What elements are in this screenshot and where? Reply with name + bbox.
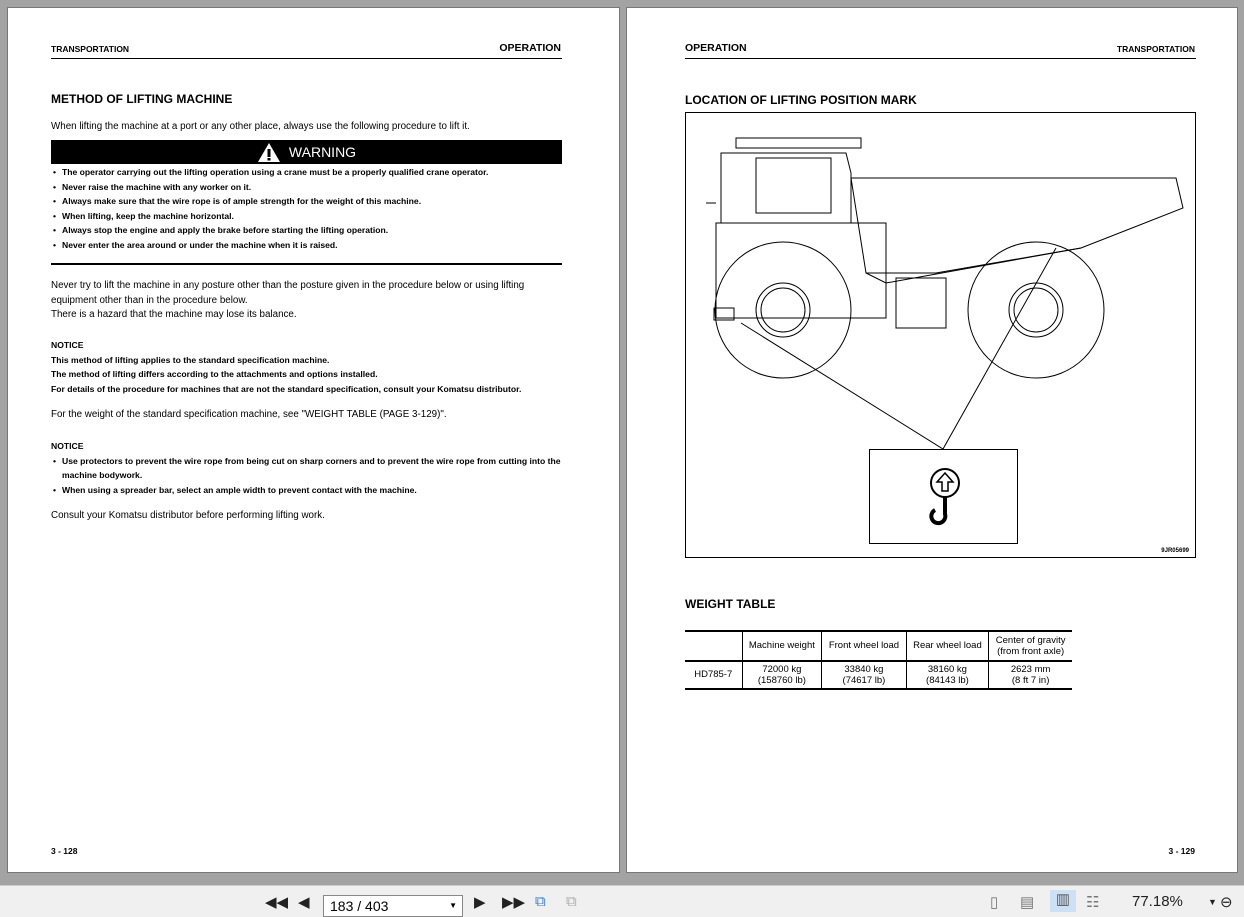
go-forward-view-icon[interactable]: ⧉ bbox=[566, 893, 577, 910]
last-page-icon[interactable]: ▶▶ bbox=[502, 893, 525, 911]
list-item: Never enter the area around or under the… bbox=[51, 238, 562, 253]
list-item: The operator carrying out the lifting op… bbox=[51, 165, 562, 180]
page-dropdown-icon: ▼ bbox=[449, 901, 457, 910]
section-title: LOCATION OF LIFTING POSITION MARK bbox=[685, 93, 917, 107]
page-title: METHOD OF LIFTING MACHINE bbox=[51, 92, 233, 106]
continuous-facing-icon[interactable]: ☷ bbox=[1086, 893, 1099, 911]
figure-code: 9JR05699 bbox=[1161, 548, 1189, 554]
header-chapter: OPERATION bbox=[685, 42, 747, 54]
next-page-icon[interactable]: ▶ bbox=[474, 893, 486, 911]
column-header: Machine weight bbox=[741, 631, 822, 661]
list-item: When lifting, keep the machine horizonta… bbox=[51, 209, 562, 224]
page-number: 3 - 128 bbox=[51, 846, 78, 856]
list-item: Always stop the engine and apply the bra… bbox=[51, 223, 562, 238]
header-chapter: OPERATION bbox=[499, 42, 561, 54]
page-number: 3 - 129 bbox=[1168, 846, 1195, 856]
weight-table: Machine weight Front wheel load Rear whe… bbox=[685, 630, 1072, 690]
first-page-icon[interactable]: ◀◀ bbox=[265, 893, 288, 911]
column-header: Rear wheel load bbox=[905, 631, 989, 661]
divider bbox=[51, 263, 562, 265]
warning-label: WARNING bbox=[288, 144, 357, 160]
list-item: Always make sure that the wire rope is o… bbox=[51, 194, 562, 209]
go-back-view-icon[interactable]: ⧉ bbox=[535, 893, 546, 910]
right-page: OPERATION TRANSPORTATION LOCATION OF LIF… bbox=[626, 7, 1238, 873]
column-header: Front wheel load bbox=[821, 631, 907, 661]
truck-figure: 9JR05699 bbox=[685, 112, 1196, 558]
warning-triangle-icon bbox=[257, 142, 280, 162]
zoom-out-icon[interactable]: ⊖ bbox=[1220, 893, 1233, 911]
weight-table-title: WEIGHT TABLE bbox=[685, 597, 776, 611]
list-item: Use protectors to prevent the wire rope … bbox=[51, 454, 566, 483]
warning-banner: WARNING bbox=[51, 140, 562, 164]
header-section: TRANSPORTATION bbox=[51, 44, 130, 54]
single-page-icon[interactable]: ▯ bbox=[990, 893, 998, 911]
left-page: TRANSPORTATION OPERATION METHOD OF LIFTI… bbox=[7, 7, 620, 873]
viewer-toolbar: ◀◀ ◀ ▶ ▶▶ ⧉ ⧉ ▯ ▤ ▥ ☷ 77.18% ▼ ⊖ bbox=[0, 885, 1244, 917]
list-item: When using a spreader bar, select an amp… bbox=[51, 483, 566, 498]
caution-paragraph: Never try to lift the machine in any pos… bbox=[51, 280, 525, 320]
notice-2: NOTICE Use protectors to prevent the wir… bbox=[51, 439, 566, 497]
table-row: HD785-7 72000 kg (158760 lb) 33840 kg (746… bbox=[685, 661, 1072, 689]
lifting-hook-icon bbox=[929, 468, 960, 526]
zoom-level[interactable]: 77.18% bbox=[1132, 893, 1183, 910]
previous-page-icon[interactable]: ◀ bbox=[298, 893, 310, 911]
consult-text: Consult your Komatsu distributor before … bbox=[51, 510, 325, 521]
continuous-page-icon[interactable]: ▤ bbox=[1020, 893, 1034, 911]
column-header: Center of gravity (from front axle) bbox=[988, 631, 1072, 661]
header-section: TRANSPORTATION bbox=[1116, 44, 1195, 54]
lifting-mark-detail bbox=[869, 449, 1018, 544]
list-item: Never raise the machine with any worker … bbox=[51, 180, 562, 195]
intro-text: When lifting the machine at a port or an… bbox=[51, 121, 470, 132]
zoom-dropdown-icon[interactable]: ▼ bbox=[1208, 897, 1217, 907]
notice-1: NOTICE This method of lifting applies to… bbox=[51, 340, 522, 394]
warning-list: The operator carrying out the lifting op… bbox=[51, 165, 562, 252]
page-number-input[interactable]: 183 / 403 ▼ bbox=[323, 895, 463, 917]
weight-reference: For the weight of the standard specifica… bbox=[51, 409, 447, 420]
facing-pages-icon[interactable]: ▥ bbox=[1050, 890, 1076, 912]
model-cell: HD785-7 bbox=[694, 669, 733, 681]
